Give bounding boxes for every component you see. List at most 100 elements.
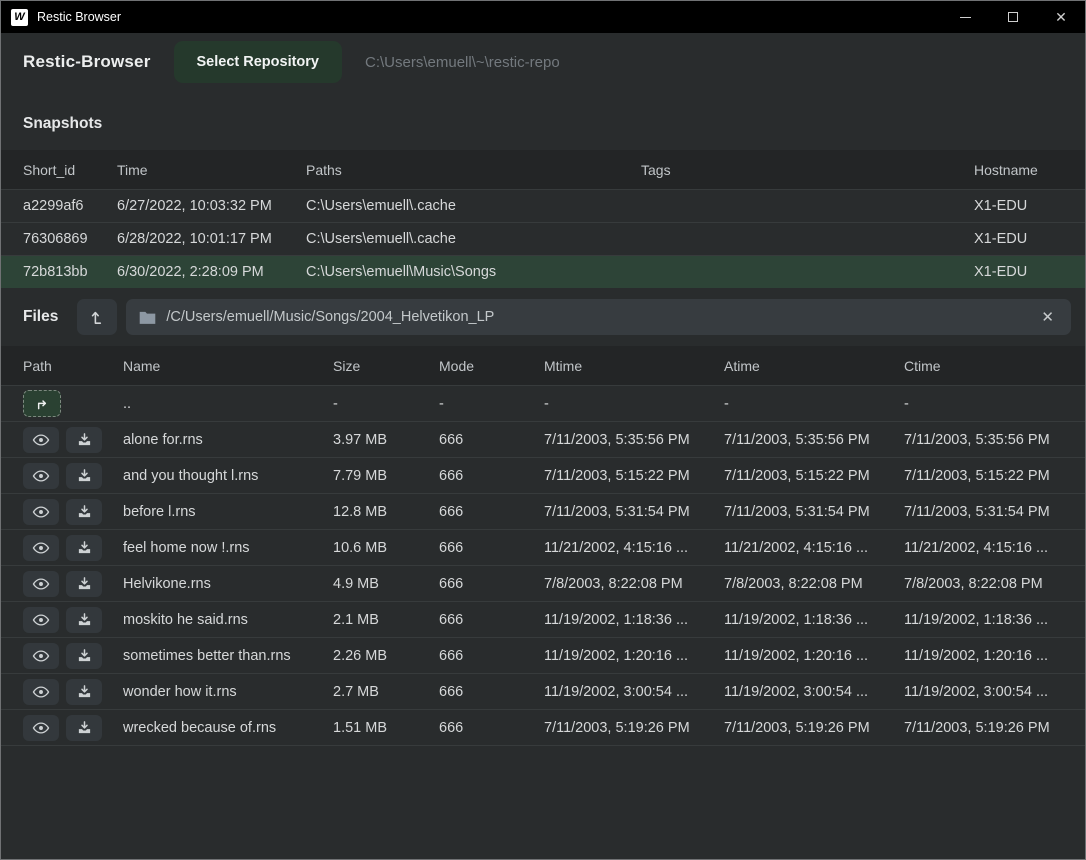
file-atime: 11/19/2002, 1:18:36 ...: [716, 612, 896, 628]
file-atime: 11/21/2002, 4:15:16 ...: [716, 540, 896, 556]
preview-file-button[interactable]: [23, 607, 59, 633]
snapshot-hostname: X1-EDU: [966, 264, 1071, 280]
file-size: 3.97 MB: [325, 432, 431, 448]
column-header-atime: Atime: [716, 358, 896, 374]
file-mode: 666: [431, 684, 536, 700]
select-repository-button[interactable]: Select Repository: [174, 41, 343, 83]
file-atime: 7/11/2003, 5:31:54 PM: [716, 504, 896, 520]
file-ctime: 7/11/2003, 5:19:26 PM: [896, 720, 1071, 736]
snapshot-paths: C:\Users\emuell\Music\Songs: [298, 264, 633, 280]
file-row: moskito he said.rns 2.1 MB 666 11/19/200…: [1, 601, 1085, 637]
snapshot-time: 6/27/2022, 10:03:32 PM: [109, 198, 298, 214]
column-header-tags: Tags: [633, 162, 966, 178]
file-row: alone for.rns 3.97 MB 666 7/11/2003, 5:3…: [1, 421, 1085, 457]
download-file-button[interactable]: [66, 499, 102, 525]
file-mode: -: [431, 396, 536, 412]
download-icon: [77, 648, 92, 663]
snapshot-short-id: 76306869: [15, 231, 109, 247]
preview-file-button[interactable]: [23, 571, 59, 597]
column-header-mode: Mode: [431, 358, 536, 374]
close-button[interactable]: ✕: [1037, 1, 1085, 33]
eye-icon: [32, 683, 50, 701]
preview-file-button[interactable]: [23, 535, 59, 561]
file-mtime: 11/19/2002, 3:00:54 ...: [536, 684, 716, 700]
minimize-button[interactable]: [941, 1, 989, 33]
current-path-text: /C/Users/emuell/Music/Songs/2004_Helveti…: [166, 309, 494, 325]
file-size: 2.26 MB: [325, 648, 431, 664]
file-atime: -: [716, 396, 896, 412]
file-name: and you thought l.rns: [115, 468, 325, 484]
download-file-button[interactable]: [66, 463, 102, 489]
column-header-paths: Paths: [298, 162, 633, 178]
clear-path-button[interactable]: ✕: [1037, 306, 1058, 328]
clear-path-icon: ✕: [1041, 309, 1054, 326]
download-file-button[interactable]: [66, 715, 102, 741]
snapshot-paths: C:\Users\emuell\.cache: [298, 198, 633, 214]
file-ctime: 7/11/2003, 5:31:54 PM: [896, 504, 1071, 520]
page-title: Restic-Browser: [23, 52, 151, 72]
file-name: wrecked because of.rns: [115, 720, 325, 736]
download-file-button[interactable]: [66, 679, 102, 705]
file-atime: 11/19/2002, 3:00:54 ...: [716, 684, 896, 700]
preview-file-button[interactable]: [23, 643, 59, 669]
repository-path: C:\Users\emuell\~\restic-repo: [365, 54, 560, 71]
maximize-button[interactable]: [989, 1, 1037, 33]
app-window: W Restic Browser ✕ Restic-Browser Select…: [0, 0, 1086, 860]
download-file-button[interactable]: [66, 427, 102, 453]
parent-dir-button[interactable]: [23, 390, 61, 417]
file-ctime: 7/11/2003, 5:35:56 PM: [896, 432, 1071, 448]
snapshot-row[interactable]: 72b813bb 6/30/2022, 2:28:09 PM C:\Users\…: [1, 255, 1085, 288]
snapshot-hostname: X1-EDU: [966, 231, 1071, 247]
snapshot-hostname: X1-EDU: [966, 198, 1071, 214]
download-file-button[interactable]: [66, 571, 102, 597]
file-size: 12.8 MB: [325, 504, 431, 520]
file-name: before l.rns: [115, 504, 325, 520]
column-header-time: Time: [109, 162, 298, 178]
file-name: wonder how it.rns: [115, 684, 325, 700]
file-mtime: 7/11/2003, 5:19:26 PM: [536, 720, 716, 736]
eye-icon: [32, 647, 50, 665]
file-mtime: 7/11/2003, 5:15:22 PM: [536, 468, 716, 484]
files-heading: Files: [15, 308, 68, 326]
download-file-button[interactable]: [66, 643, 102, 669]
column-header-mtime: Mtime: [536, 358, 716, 374]
preview-file-button[interactable]: [23, 679, 59, 705]
file-mtime: -: [536, 396, 716, 412]
current-path-bar[interactable]: /C/Users/emuell/Music/Songs/2004_Helveti…: [126, 299, 1071, 335]
file-ctime: 11/21/2002, 4:15:16 ...: [896, 540, 1071, 556]
eye-icon: [32, 719, 50, 737]
file-atime: 7/11/2003, 5:35:56 PM: [716, 432, 896, 448]
download-file-button[interactable]: [66, 535, 102, 561]
column-header-name: Name: [115, 358, 325, 374]
minimize-icon: [960, 17, 971, 18]
snapshot-row[interactable]: a2299af6 6/27/2022, 10:03:32 PM C:\Users…: [1, 189, 1085, 222]
preview-file-button[interactable]: [23, 463, 59, 489]
download-icon: [77, 432, 92, 447]
download-icon: [77, 468, 92, 483]
file-mode: 666: [431, 648, 536, 664]
files-toolbar: Files /C/Users/emuell/Music/Songs/2004_H…: [15, 299, 1071, 335]
snapshot-row[interactable]: 76306869 6/28/2022, 10:01:17 PM C:\Users…: [1, 222, 1085, 255]
level-up-icon: [89, 309, 106, 326]
file-mode: 666: [431, 540, 536, 556]
file-row: Helvikone.rns 4.9 MB 666 7/8/2003, 8:22:…: [1, 565, 1085, 601]
preview-file-button[interactable]: [23, 499, 59, 525]
file-atime: 11/19/2002, 1:20:16 ...: [716, 648, 896, 664]
eye-icon: [32, 503, 50, 521]
file-ctime: -: [896, 396, 1071, 412]
preview-file-button[interactable]: [23, 715, 59, 741]
parent-dir-row: .. - - - - -: [1, 385, 1085, 421]
download-icon: [77, 576, 92, 591]
preview-file-button[interactable]: [23, 427, 59, 453]
level-up-button[interactable]: [77, 299, 117, 335]
download-icon: [77, 504, 92, 519]
file-mode: 666: [431, 720, 536, 736]
file-mode: 666: [431, 504, 536, 520]
file-row: wonder how it.rns 2.7 MB 666 11/19/2002,…: [1, 673, 1085, 709]
download-file-button[interactable]: [66, 607, 102, 633]
snapshots-heading: Snapshots: [1, 91, 1085, 150]
file-atime: 7/11/2003, 5:19:26 PM: [716, 720, 896, 736]
file-row: feel home now !.rns 10.6 MB 666 11/21/20…: [1, 529, 1085, 565]
file-mtime: 7/8/2003, 8:22:08 PM: [536, 576, 716, 592]
eye-icon: [32, 575, 50, 593]
